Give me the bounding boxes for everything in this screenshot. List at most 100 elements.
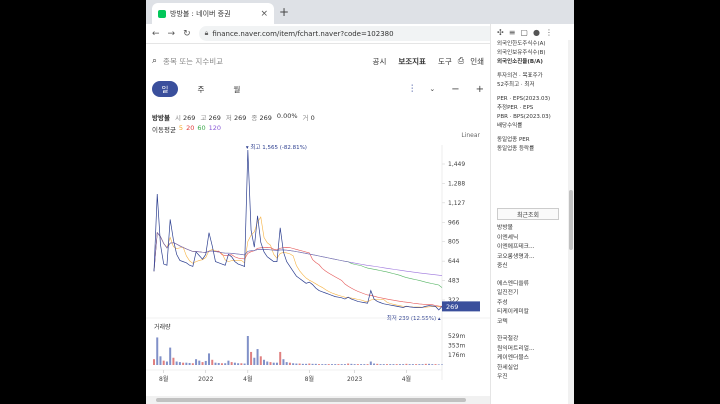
recent-item[interactable]: 원익머트리얼... — [497, 345, 571, 355]
period-tab-week[interactable]: 주 — [188, 81, 214, 97]
vertical-scrollbar[interactable] — [568, 40, 574, 404]
recent-item[interactable]: 케이엔더블스 — [497, 354, 571, 364]
tab-bar: 방방볼 : 네이버 증권 × + — [146, 0, 574, 24]
volume-bar — [350, 363, 353, 365]
volume-bar — [172, 357, 175, 365]
candlestick-icon[interactable]: ⫶ — [411, 84, 414, 95]
new-tab-icon[interactable]: + — [279, 5, 289, 19]
volume-bar — [256, 349, 259, 365]
volume-bar — [156, 337, 159, 365]
close-tab-icon[interactable]: × — [260, 9, 268, 19]
recent-item[interactable]: 방방볼 — [497, 224, 571, 234]
recent-item[interactable]: 코텍 — [497, 318, 571, 328]
scale-selector[interactable]: Linear — [461, 132, 480, 139]
price-line — [153, 149, 443, 311]
recent-item[interactable]: 코오롱생명과... — [497, 253, 571, 263]
volume-bar — [431, 364, 434, 365]
volume-bar — [169, 347, 172, 365]
reload-icon[interactable]: ↻ — [183, 29, 191, 39]
volume-bar — [373, 363, 376, 365]
volume-bar — [195, 359, 198, 365]
volume-bar — [201, 362, 204, 365]
playlist-icon[interactable]: ≡ — [509, 28, 516, 37]
volume-bar — [428, 363, 431, 365]
price-chart[interactable]: 1,4491,2881,127966805644483322▾ 최고 1,565… — [146, 140, 490, 390]
back-icon[interactable]: ← — [152, 29, 160, 39]
info-row: 동일업종 PER — [497, 137, 530, 143]
more-icon[interactable]: ⋮ — [545, 28, 553, 37]
info-row: PER · EPS(2023.03) — [497, 96, 551, 102]
recent-item[interactable]: 우진 — [497, 373, 571, 383]
volume-bar — [211, 359, 214, 365]
volume-bar — [269, 362, 272, 365]
horizontal-scrollbar[interactable] — [146, 396, 490, 404]
stock-info-list: 외국인한도주식수(A) 외국인보유주식수(B) 외국인소진율(B/A) 투자의견 · … — [497, 40, 567, 154]
current-price-label: 269 — [446, 303, 458, 311]
volume-bar — [220, 363, 223, 365]
lock-icon: 🔒︎ — [204, 29, 209, 37]
recent-item[interactable]: 일진전기 — [497, 289, 571, 299]
open-key: 시 — [174, 114, 181, 122]
recent-item[interactable]: 티케이케미칼 — [497, 308, 571, 318]
info-row: PBR · BPS(2023.03) — [497, 114, 551, 120]
ohlc-readout: 방방볼 시 269 고 269 저 269 종 269 0.00% 거 0 — [152, 112, 315, 122]
zoom-out-icon[interactable]: − — [451, 84, 459, 95]
ma-period-60[interactable]: 60 — [197, 124, 205, 134]
period-tab-day[interactable]: 일 — [152, 81, 178, 97]
volume-bar — [398, 364, 401, 365]
volume-bar — [347, 363, 350, 365]
price-axis-label: 483 — [448, 278, 460, 285]
print-menu[interactable]: 인쇄 — [470, 56, 484, 67]
url-field[interactable]: 🔒︎ finance.naver.com/item/fchart.naver?c… — [198, 26, 540, 41]
volume-bar — [437, 364, 440, 365]
change-value: 0.00% — [276, 112, 298, 120]
volume-bar — [308, 363, 311, 365]
volume-bar — [188, 362, 191, 365]
recent-item[interactable]: 이엔에프테크... — [497, 243, 571, 253]
zoom-in-icon[interactable]: + — [476, 84, 484, 95]
tools-menu[interactable]: 도구 — [438, 56, 452, 67]
volume-bar — [153, 359, 155, 365]
stock-name: 방방볼 — [152, 114, 170, 122]
ma-period-20[interactable]: 20 — [186, 124, 194, 134]
volume-bar — [311, 363, 314, 365]
recent-item[interactable]: 주성 — [497, 299, 571, 309]
ma-period-5[interactable]: 5 — [179, 124, 183, 134]
info-row: 추정PER · EPS — [497, 105, 534, 111]
recent-item[interactable]: 이엔셰닉 — [497, 234, 571, 244]
scroll-thumb[interactable] — [569, 190, 573, 250]
panel-icon[interactable]: ▢ — [520, 28, 528, 37]
high-value: 269 — [208, 114, 221, 122]
price-axis-label: 1,127 — [448, 200, 465, 207]
volume-bar — [178, 362, 181, 365]
tab-title: 방방볼 : 네이버 증권 — [170, 9, 231, 18]
recent-item[interactable]: 중신 — [497, 262, 571, 272]
volume-bar — [415, 364, 418, 365]
chevron-down-icon[interactable]: ⌄ — [429, 85, 435, 93]
volume-bar — [279, 351, 282, 365]
recent-item[interactable]: 한세실업 — [497, 364, 571, 374]
browser-tab[interactable]: 방방볼 : 네이버 증권 × — [152, 3, 274, 24]
volume-bar — [182, 362, 185, 365]
volume-bar — [263, 359, 266, 365]
volume-bar — [337, 364, 340, 365]
period-tab-month[interactable]: 월 — [224, 81, 250, 97]
scroll-thumb[interactable] — [156, 398, 466, 402]
high-annotation: ▾ 최고 1,565 (-82.81%) — [246, 143, 307, 151]
volume-bar — [418, 364, 421, 365]
recent-item[interactable]: 한국철강 — [497, 335, 571, 345]
compare-search-input[interactable]: 종목 또는 지수비교 — [163, 56, 361, 67]
volume-bar — [411, 364, 414, 365]
puzzle-icon[interactable]: ✣ — [497, 28, 504, 37]
disclosure-menu[interactable]: 공시 — [373, 56, 387, 67]
url-text: finance.naver.com/item/fchart.naver?code… — [212, 29, 394, 38]
ma-period-120[interactable]: 120 — [209, 124, 221, 134]
profile-icon[interactable]: ● — [533, 28, 540, 37]
naver-favicon-icon — [158, 9, 166, 18]
indicator-menu[interactable]: 보조지표 — [398, 56, 426, 67]
forward-icon[interactable]: → — [168, 29, 176, 39]
period-toolbar: 일 주 월 ⫶ ⌄ − + — [152, 80, 484, 98]
chart-toolbar-top: ⌕ 종목 또는 지수비교 공시 보조지표 도구 ⎙ 인쇄 — [152, 52, 484, 70]
recent-item[interactable]: 에스엔디쓸류 — [497, 280, 571, 290]
